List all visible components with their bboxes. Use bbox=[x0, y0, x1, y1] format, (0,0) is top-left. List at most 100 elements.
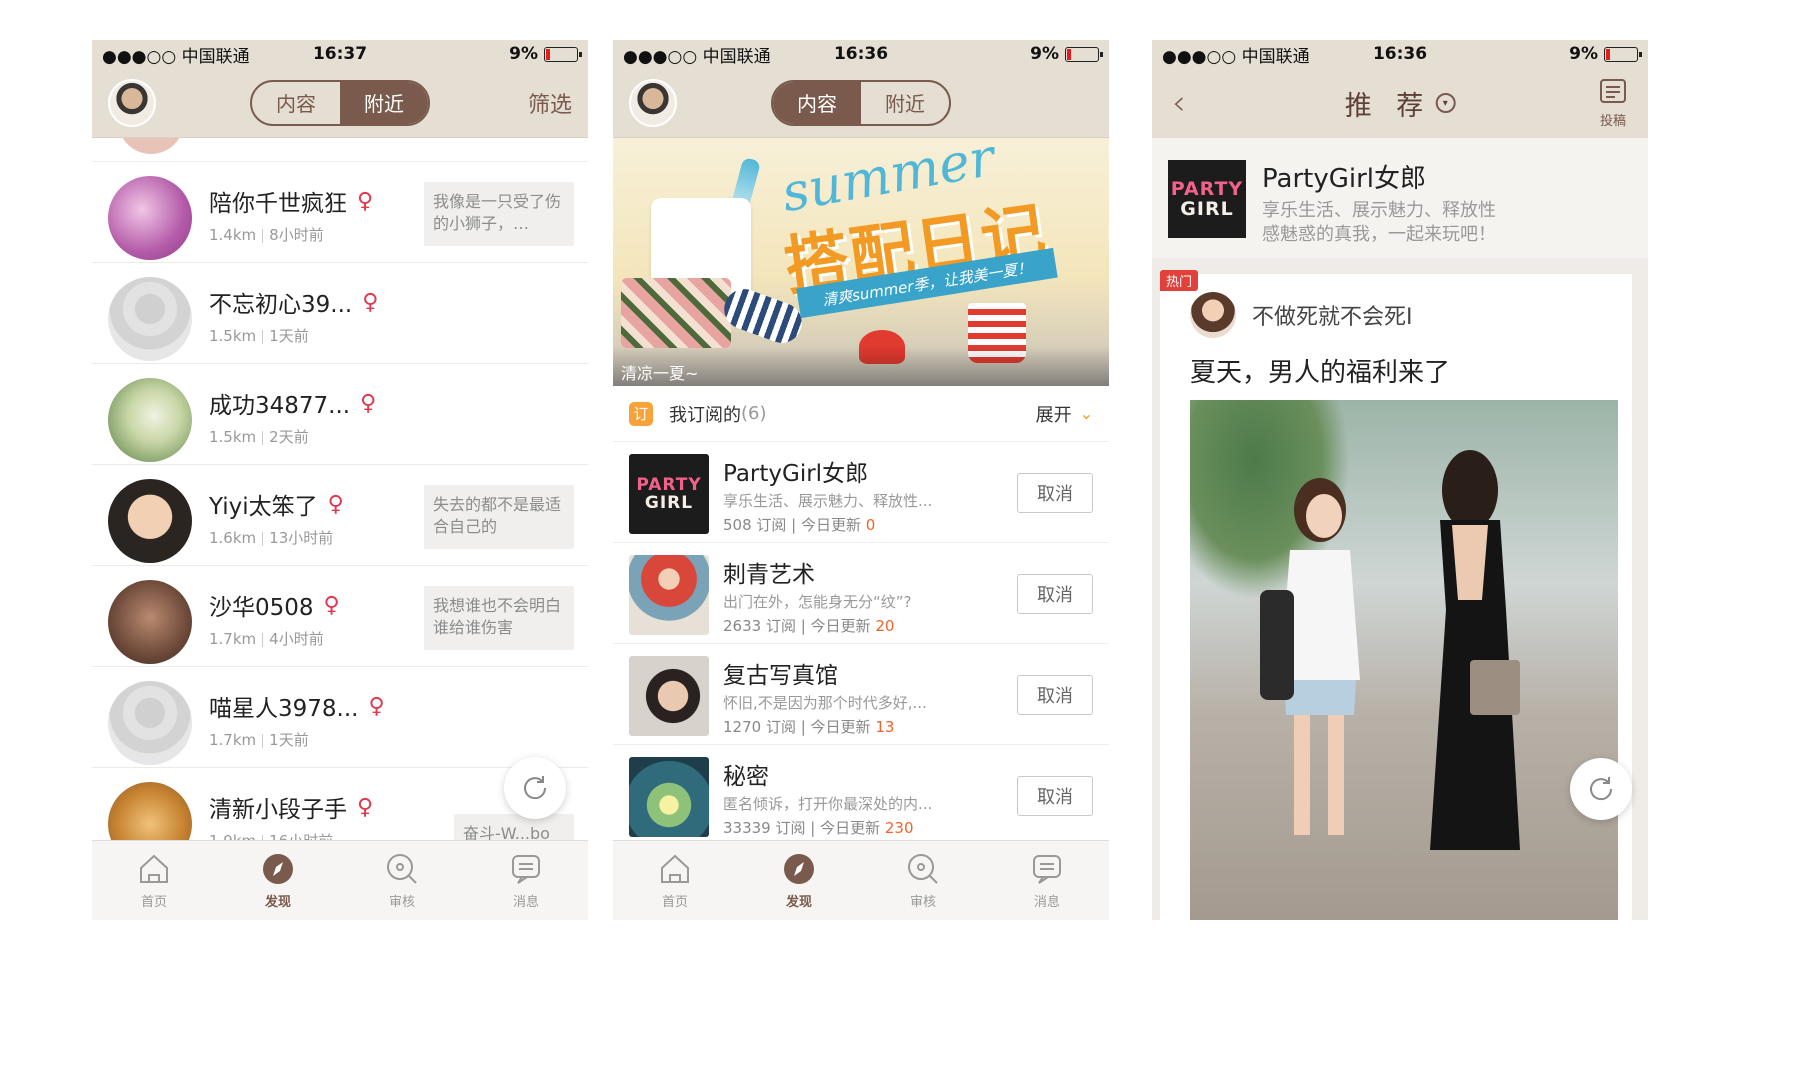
phone-recommend: ●●●○○ 中国联通 16:36 9% ‹ 推 荐 ▾ 投稿 PARTY GIRL… bbox=[1152, 40, 1648, 920]
status-right: 9% bbox=[1569, 44, 1642, 64]
battery-percent: 9% bbox=[1569, 44, 1598, 64]
segment-control: 内容 附近 bbox=[250, 79, 430, 126]
list-item[interactable]: 成功34877... ♀ 1.5km 2天前 bbox=[92, 364, 588, 465]
female-icon: ♀ bbox=[323, 592, 340, 618]
list-item[interactable]: 不忘初心39... ♀ 1.5km 1天前 bbox=[92, 263, 588, 364]
summer-banner[interactable]: summer 搭配日记 清爽summer季，让我美一夏！ 清凉一夏~ bbox=[613, 138, 1109, 386]
tab-label: 首页 bbox=[140, 895, 167, 910]
last-active: 1天前 bbox=[269, 327, 309, 345]
filter-button[interactable]: 筛选 bbox=[528, 87, 572, 119]
tab-content[interactable]: 内容 bbox=[252, 82, 340, 124]
signature-bubble: 奋斗-W...bo bbox=[454, 814, 574, 840]
post-card[interactable]: 不做死就不会死I 夏天，男人的福利来了 bbox=[1160, 274, 1632, 920]
status-right: 9% bbox=[509, 44, 582, 64]
list-item[interactable]: PARTY GIRL PartyGirl女郎 享乐生活、展示魅力、释放性... 5… bbox=[613, 442, 1109, 543]
post-title: 夏天，男人的福利来了 bbox=[1190, 358, 1451, 388]
tab-nearby[interactable]: 附近 bbox=[340, 81, 428, 124]
phone-content: ●●●○○ 中国联通 16:36 9% 内容 附近 summer 搭配日记 清爽… bbox=[613, 40, 1109, 920]
carrier: ●●●○○ 中国联通 bbox=[102, 46, 250, 67]
post-button[interactable]: 投稿 bbox=[1598, 78, 1628, 129]
channel-name: PartyGirl女郎 bbox=[1262, 164, 1426, 194]
user-name: 清新小段子手 bbox=[209, 797, 347, 823]
refresh-icon bbox=[524, 776, 547, 800]
channel-title: PartyGirl女郎 bbox=[723, 461, 869, 487]
list-item[interactable]: 陪你千世疯狂 ♀ 1.4km 8小时前 我像是一只受了伤的小狮子，… bbox=[92, 162, 588, 263]
channel-logo: PARTY GIRL bbox=[629, 454, 709, 534]
tab-discover[interactable]: 发现 bbox=[216, 841, 340, 920]
tab-messages[interactable]: 消息 bbox=[464, 841, 588, 920]
channel-header[interactable]: PARTY GIRL PartyGirl女郎 享乐生活、展示魅力、释放性 感魅惑的… bbox=[1152, 138, 1648, 258]
channel-desc: 出门在外，怎能身无分“纹”? bbox=[723, 593, 912, 611]
avatar bbox=[108, 782, 192, 840]
banner-caption: 清凉一夏~ bbox=[613, 346, 1109, 386]
channel-title: 秘密 bbox=[723, 764, 769, 790]
channel-title: 刺青艺术 bbox=[723, 562, 815, 588]
avatar bbox=[108, 479, 192, 563]
status-time: 16:36 bbox=[1372, 44, 1428, 64]
distance: 1.7km bbox=[209, 630, 257, 648]
post-author[interactable]: 不做死就不会死I bbox=[1190, 292, 1413, 338]
cancel-button[interactable]: 取消 bbox=[1017, 776, 1093, 816]
list-item[interactable]: 喵星人3978... ♀ 1.7km 1天前 bbox=[92, 667, 588, 768]
message-icon bbox=[1033, 855, 1061, 884]
female-icon: ♀ bbox=[360, 390, 377, 416]
review-icon bbox=[908, 854, 938, 884]
refresh-button[interactable] bbox=[504, 757, 566, 819]
channel-stats: 508 订阅 | 今日更新 0 bbox=[723, 516, 876, 534]
status-time: 16:37 bbox=[312, 44, 368, 64]
avatar[interactable] bbox=[629, 78, 677, 127]
cancel-button[interactable]: 取消 bbox=[1017, 473, 1093, 513]
back-icon[interactable]: ‹ bbox=[1172, 83, 1186, 123]
expand-button[interactable]: 展开 ⌄ bbox=[1036, 401, 1093, 427]
message-icon bbox=[512, 855, 540, 884]
distance: 1.7km bbox=[209, 731, 257, 749]
tab-label: 消息 bbox=[1033, 895, 1060, 910]
hot-badge: 热门 bbox=[1160, 270, 1199, 291]
tab-home[interactable]: 首页 bbox=[92, 841, 216, 920]
channel-stats: 2633 订阅 | 今日更新 20 bbox=[723, 617, 895, 635]
last-active: 1天前 bbox=[269, 731, 309, 749]
channel-desc-line2: 感魅惑的真我，一起来玩吧！ bbox=[1262, 224, 1496, 245]
nav-bar: 内容 附近 筛选 bbox=[92, 68, 588, 138]
list-item[interactable]: 秘密 匿名倾诉，打开你最深处的内... 33339 订阅 | 今日更新 230 … bbox=[613, 745, 1109, 846]
signature-bubble: 我像是一只受了伤的小狮子，… bbox=[424, 182, 574, 246]
tab-home[interactable]: 首页 bbox=[613, 841, 737, 920]
list-item[interactable]: 沙华0508 ♀ 1.7km 4小时前 我想谁也不会明白 谁给谁伤害 bbox=[92, 566, 588, 667]
signature-bubble: 我想谁也不会明白 谁给谁伤害 bbox=[424, 586, 574, 650]
status-time: 16:36 bbox=[833, 44, 889, 64]
channel-desc: 享乐生活、展示魅力、释放性... bbox=[723, 492, 933, 510]
expand-label: 展开 bbox=[1035, 404, 1072, 426]
avatar bbox=[1190, 292, 1236, 338]
cancel-button[interactable]: 取消 bbox=[1017, 675, 1093, 715]
subscribed-count: (6) bbox=[741, 403, 767, 424]
tab-review[interactable]: 审核 bbox=[340, 841, 464, 920]
signature-bubble: 失去的都不是最适合自己的 bbox=[424, 485, 574, 549]
nav-bar: 内容 附近 bbox=[613, 68, 1109, 138]
page-title-text: 推 荐 bbox=[1344, 90, 1432, 122]
post-label: 投稿 bbox=[1599, 113, 1626, 129]
tab-messages[interactable]: 消息 bbox=[985, 841, 1109, 920]
compose-icon bbox=[1600, 78, 1626, 103]
female-icon: ♀ bbox=[357, 794, 374, 820]
post-image[interactable] bbox=[1190, 400, 1618, 920]
cancel-button[interactable]: 取消 bbox=[1017, 574, 1093, 614]
tab-review[interactable]: 审核 bbox=[861, 841, 985, 920]
list-item[interactable]: 刺青艺术 出门在外，怎能身无分“纹”? 2633 订阅 | 今日更新 20 取消 bbox=[613, 543, 1109, 644]
refresh-button[interactable] bbox=[1570, 758, 1632, 820]
list-item[interactable]: 复古写真馆 怀旧,不是因为那个时代多好,... 1270 订阅 | 今日更新 1… bbox=[613, 644, 1109, 745]
shorts-illustration bbox=[621, 278, 731, 348]
tab-nearby[interactable]: 附近 bbox=[861, 82, 949, 124]
subscribed-header: 订 我订阅的 (6) 展开 ⌄ bbox=[613, 386, 1109, 442]
tab-content[interactable]: 内容 bbox=[773, 81, 861, 124]
avatar[interactable] bbox=[108, 78, 156, 127]
tab-discover[interactable]: 发现 bbox=[737, 841, 861, 920]
subscribe-icon: 订 bbox=[629, 401, 653, 426]
female-icon: ♀ bbox=[362, 289, 379, 315]
channel-desc: 怀旧,不是因为那个时代多好,... bbox=[723, 694, 927, 712]
list-item[interactable]: Yiyi太笨了 ♀ 1.6km 13小时前 失去的都不是最适合自己的 bbox=[92, 465, 588, 566]
channel-desc: 匿名倾诉，打开你最深处的内... bbox=[723, 795, 933, 813]
page-title[interactable]: 推 荐 ▾ bbox=[1345, 84, 1456, 123]
segment-control: 内容 附近 bbox=[771, 79, 951, 126]
subscribed-list: PARTY GIRL PartyGirl女郎 享乐生活、展示魅力、释放性... 5… bbox=[613, 442, 1109, 846]
list-item-partial[interactable] bbox=[92, 138, 588, 162]
